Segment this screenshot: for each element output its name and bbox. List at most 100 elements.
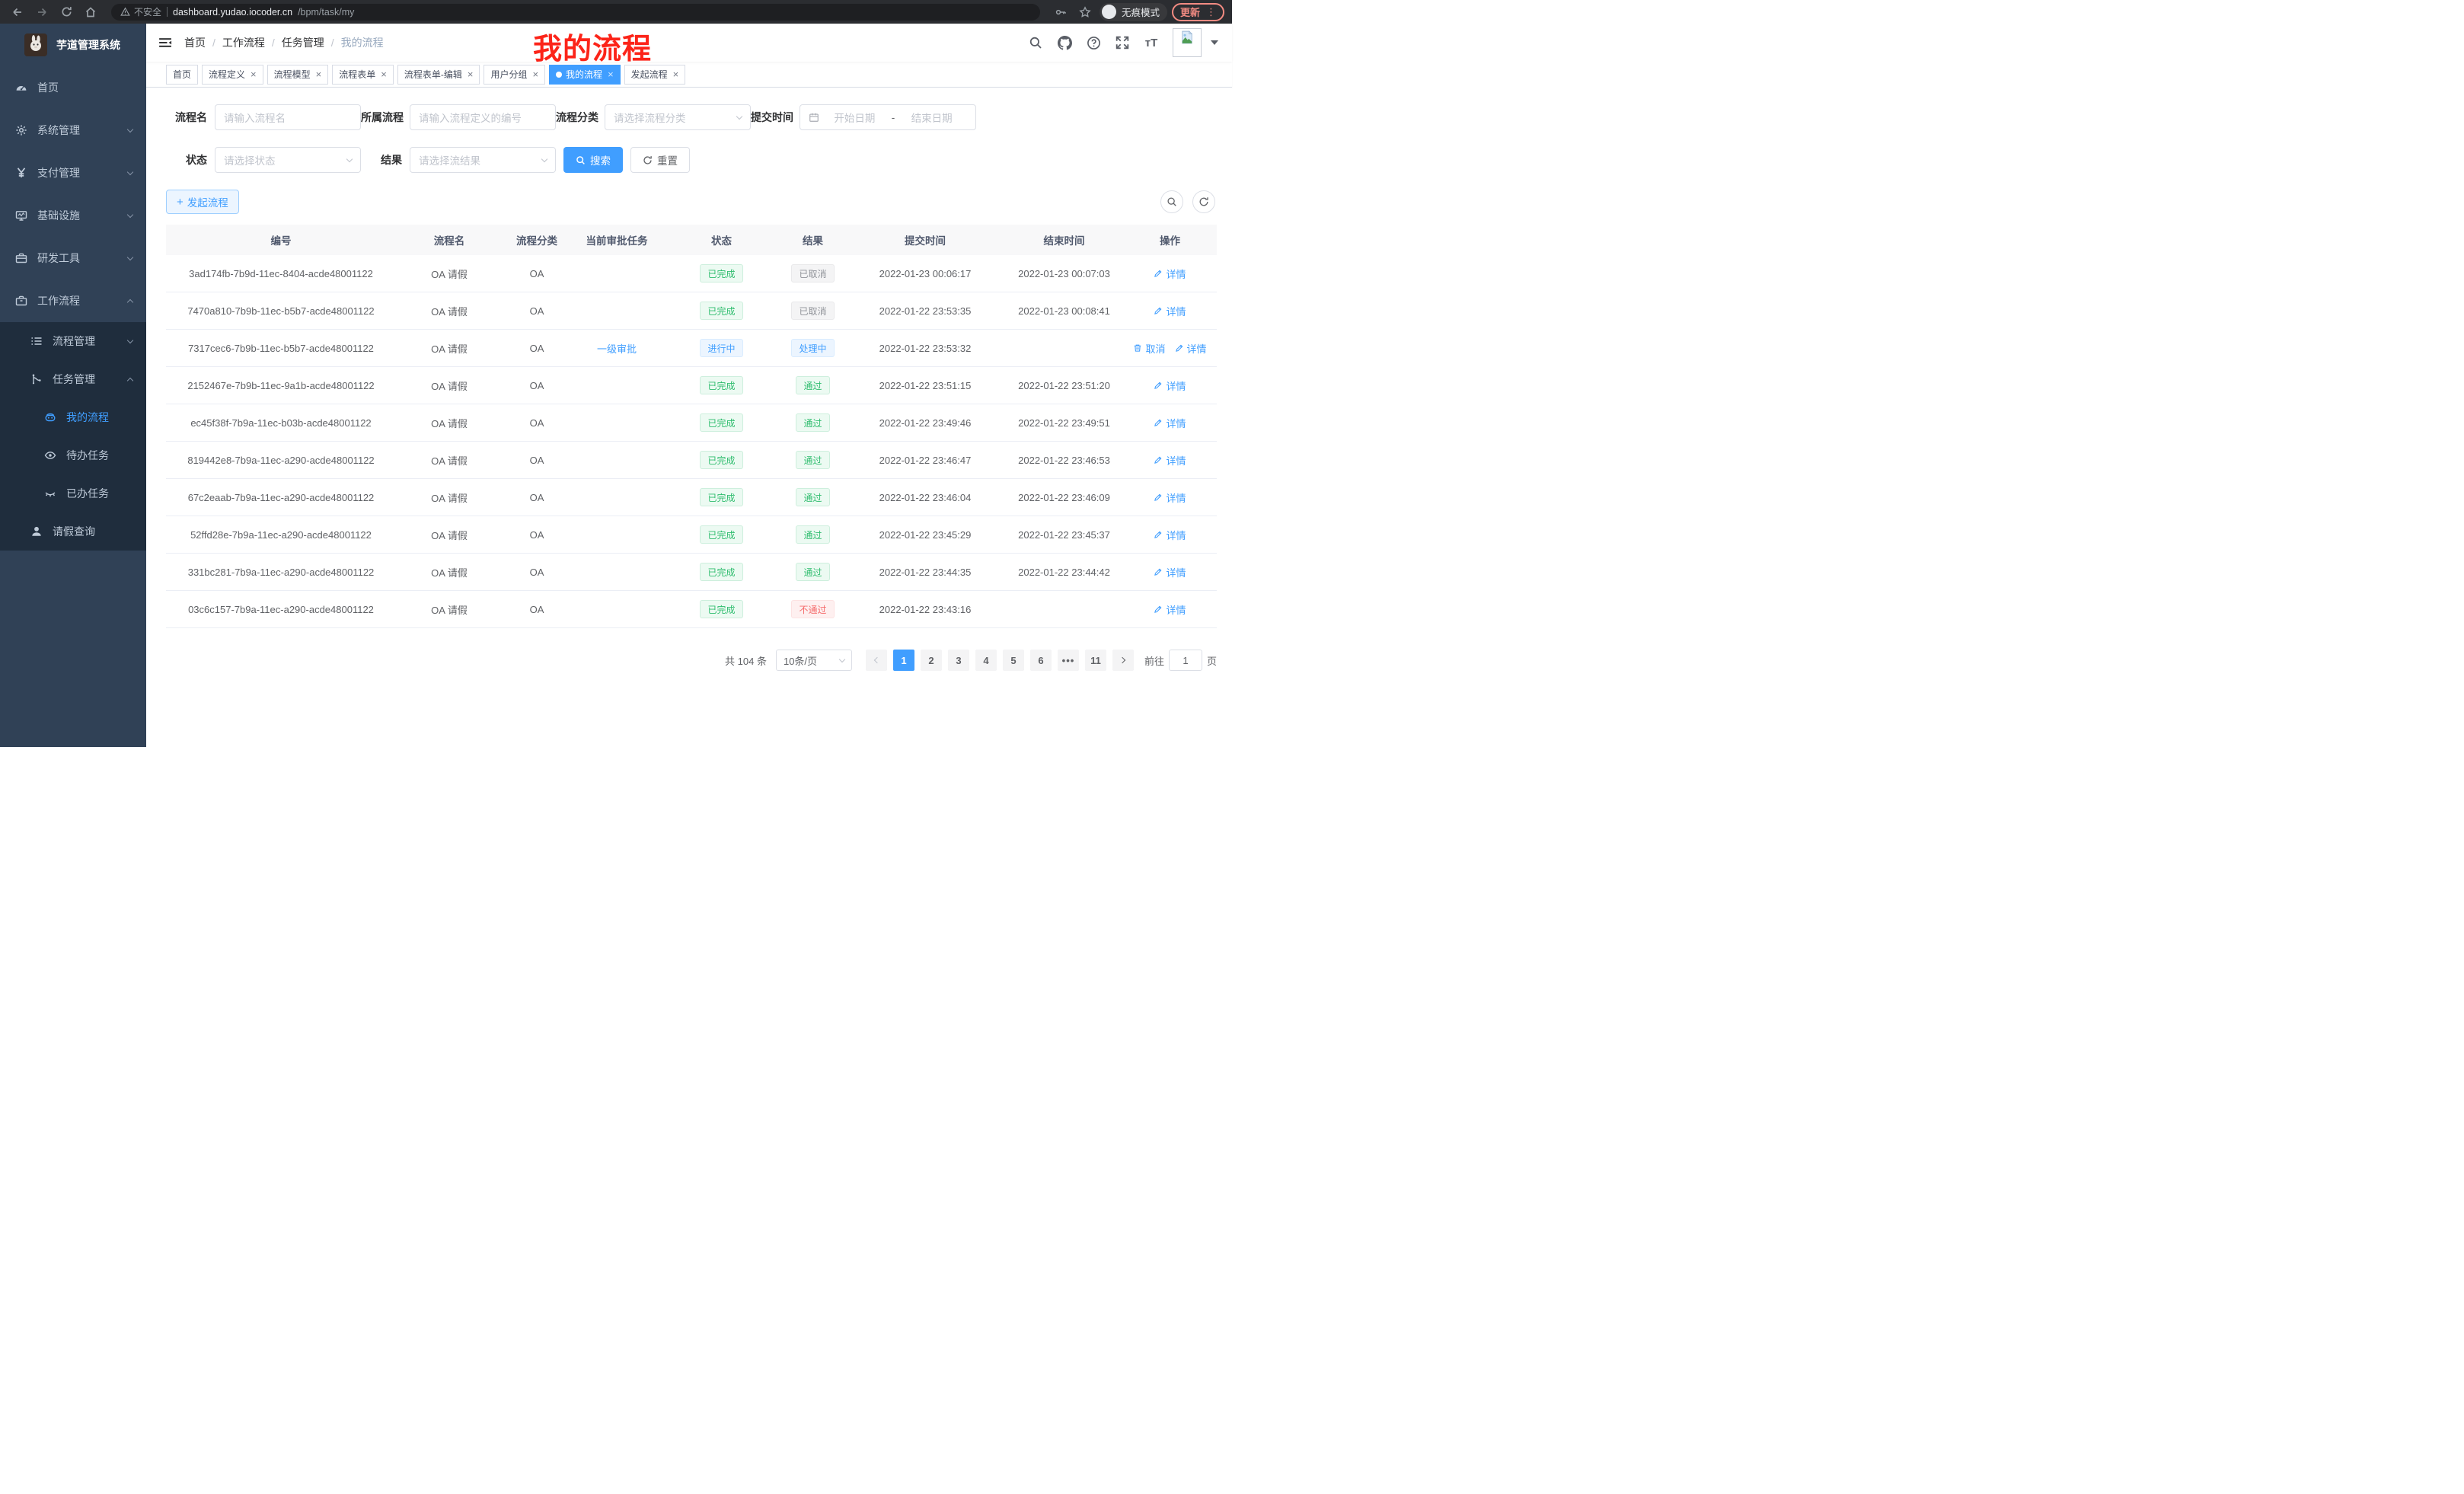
detail-link[interactable]: 详情: [1154, 602, 1186, 617]
page-button-2[interactable]: 2: [921, 650, 942, 671]
close-icon[interactable]: ×: [468, 69, 474, 79]
avatar-caret-icon[interactable]: [1211, 40, 1218, 45]
cell-status: 已完成: [662, 442, 780, 478]
breadcrumb-item[interactable]: 工作流程: [222, 35, 265, 50]
sidebar-item-5[interactable]: 工作流程: [0, 279, 146, 322]
chevron-up-icon: [127, 377, 133, 383]
password-key-icon[interactable]: [1051, 2, 1071, 22]
tab-1[interactable]: 流程定义×: [202, 65, 263, 85]
fullscreen-icon[interactable]: [1115, 35, 1130, 50]
close-icon[interactable]: ×: [316, 69, 322, 79]
goto-page-input[interactable]: 1: [1169, 650, 1202, 671]
cell-result: 通过: [780, 367, 845, 404]
detail-link[interactable]: 详情: [1154, 378, 1186, 393]
process-name-input[interactable]: 请输入流程名: [215, 104, 361, 130]
sidebar-subitem-0[interactable]: 流程管理: [0, 322, 146, 360]
tab-0[interactable]: 首页: [166, 65, 198, 85]
detail-link[interactable]: 详情: [1154, 565, 1186, 579]
close-icon[interactable]: ×: [381, 69, 387, 79]
detail-link[interactable]: 详情: [1154, 453, 1186, 468]
close-icon[interactable]: ×: [532, 69, 538, 79]
sidebar-item-3[interactable]: 基础设施: [0, 194, 146, 237]
cancel-link[interactable]: 取消: [1133, 341, 1165, 356]
browser-back-icon[interactable]: [8, 2, 27, 22]
tab-5[interactable]: 用户分组×: [484, 65, 545, 85]
close-icon[interactable]: ×: [673, 69, 679, 79]
github-icon[interactable]: [1057, 35, 1072, 50]
breadcrumb-item[interactable]: 任务管理: [282, 35, 324, 50]
toggle-search-button[interactable]: [1160, 190, 1183, 213]
sidebar-item-0[interactable]: 首页: [0, 66, 146, 109]
chevron-right-icon: [1119, 657, 1125, 663]
app-logo[interactable]: 芋道管理系统: [0, 24, 146, 66]
browser-forward-icon[interactable]: [32, 2, 52, 22]
process-definition-input[interactable]: 请输入流程定义的编号: [410, 104, 556, 130]
calendar-icon: [809, 112, 819, 123]
page-button-11[interactable]: 11: [1085, 650, 1106, 671]
process-table: 编号流程名流程分类当前审批任务状态结果提交时间结束时间操作 3ad174fb-7…: [166, 225, 1217, 628]
page-button-1[interactable]: 1: [893, 650, 914, 671]
detail-link[interactable]: 详情: [1154, 416, 1186, 430]
font-size-icon[interactable]: тT: [1144, 35, 1159, 50]
refresh-table-button[interactable]: [1192, 190, 1215, 213]
tab-3[interactable]: 流程表单×: [332, 65, 394, 85]
status-select[interactable]: 请选择状态: [215, 147, 361, 173]
cell-process-name: OA 请假: [396, 404, 503, 441]
browser-menu-icon[interactable]: ⋮: [1206, 6, 1216, 18]
site-security[interactable]: 不安全: [120, 5, 161, 18]
result-select[interactable]: 请选择流结果: [410, 147, 556, 173]
breadcrumb-item[interactable]: 首页: [184, 35, 206, 50]
sidebar-subitem-3[interactable]: 待办任务: [0, 436, 146, 474]
prev-page-button[interactable]: [866, 650, 887, 671]
sidebar-collapse-icon[interactable]: [146, 36, 184, 49]
cell-submit-time: 2022-01-23 00:06:17: [845, 255, 1005, 292]
detail-link[interactable]: 详情: [1154, 267, 1186, 281]
detail-link[interactable]: 详情: [1154, 304, 1186, 318]
sidebar-subitem-4[interactable]: 已办任务: [0, 474, 146, 512]
detail-link[interactable]: 详情: [1154, 528, 1186, 542]
page-button-5[interactable]: 5: [1003, 650, 1024, 671]
update-label[interactable]: 更新: [1180, 5, 1200, 19]
sidebar-subitem-2[interactable]: 我的流程: [0, 398, 146, 436]
detail-link[interactable]: 详情: [1154, 490, 1186, 505]
browser-reload-icon[interactable]: [56, 2, 76, 22]
sidebar-item-4[interactable]: 研发工具: [0, 237, 146, 279]
trash-icon: [1133, 343, 1142, 353]
tab-4[interactable]: 流程表单-编辑×: [397, 65, 480, 85]
sidebar-item-1[interactable]: 系统管理: [0, 109, 146, 152]
page-button-3[interactable]: 3: [948, 650, 969, 671]
action-label: 详情: [1166, 304, 1186, 318]
close-icon[interactable]: ×: [608, 69, 614, 79]
submit-time-range-picker[interactable]: 开始日期 - 结束日期: [800, 104, 976, 130]
avatar[interactable]: [1173, 28, 1202, 57]
eye-closed-icon: [44, 487, 56, 500]
cell-result: 通过: [780, 554, 845, 590]
browser-home-icon[interactable]: [81, 2, 101, 22]
browser-update-button[interactable]: 更新 ⋮: [1172, 3, 1224, 21]
chevron-down-icon: [839, 656, 845, 662]
search-icon[interactable]: [1028, 35, 1043, 50]
sidebar-subitem-1[interactable]: 任务管理: [0, 360, 146, 398]
page-button-6[interactable]: 6: [1030, 650, 1052, 671]
close-icon[interactable]: ×: [251, 69, 257, 79]
page-button-4[interactable]: 4: [975, 650, 997, 671]
next-page-button[interactable]: [1112, 650, 1134, 671]
tab-2[interactable]: 流程模型×: [267, 65, 329, 85]
address-bar[interactable]: 不安全 dashboard.yudao.iocoder.cn/bpm/task/…: [111, 4, 1040, 21]
tab-6[interactable]: 我的流程×: [549, 65, 621, 85]
reset-button[interactable]: 重置: [630, 147, 690, 173]
page-size-select[interactable]: 10条/页: [776, 650, 852, 671]
sidebar-item-2[interactable]: 支付管理: [0, 152, 146, 194]
cell-id: ec45f38f-7b9a-11ec-b03b-acde48001122: [166, 404, 396, 441]
tab-7[interactable]: 发起流程×: [624, 65, 686, 85]
bookmark-star-icon[interactable]: [1075, 2, 1095, 22]
detail-link[interactable]: 详情: [1175, 341, 1207, 356]
cell-result: 通过: [780, 442, 845, 478]
create-process-button[interactable]: + 发起流程: [166, 190, 239, 214]
help-icon[interactable]: [1086, 35, 1101, 50]
task-link[interactable]: 一级审批: [597, 341, 637, 356]
search-button[interactable]: 搜索: [563, 147, 623, 173]
sidebar-subitem-5[interactable]: 请假查询: [0, 512, 146, 551]
result-badge: 不通过: [791, 600, 834, 618]
category-select[interactable]: 请选择流程分类: [605, 104, 751, 130]
